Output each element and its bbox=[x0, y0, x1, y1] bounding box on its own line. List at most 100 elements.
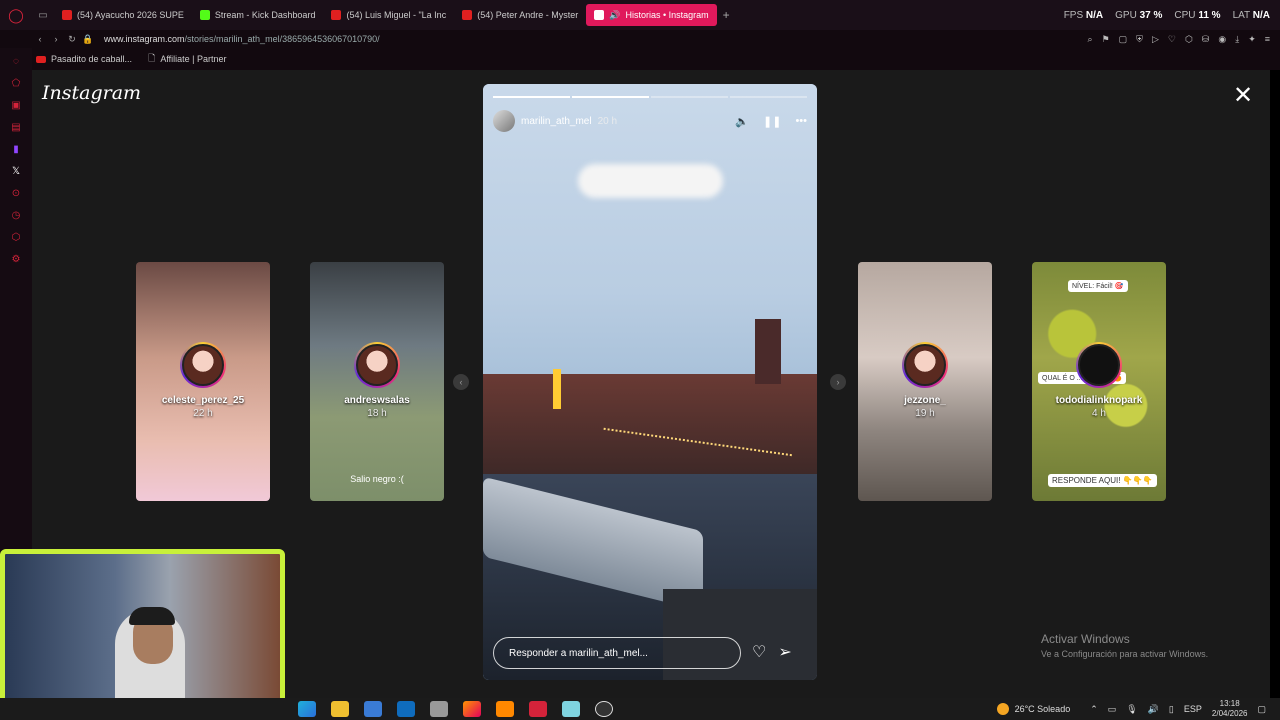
close-icon[interactable]: ✕ bbox=[1232, 84, 1254, 108]
lock-icon: 🔒 bbox=[82, 33, 94, 44]
story-time: 20 h bbox=[597, 115, 618, 127]
tab-menu-icon[interactable]: ▭ bbox=[32, 10, 54, 21]
reply-input[interactable]: Responder a marilin_ath_mel... bbox=[493, 637, 741, 669]
next-story-button[interactable]: › bbox=[830, 374, 846, 390]
twitch-icon[interactable]: ▮ bbox=[9, 142, 23, 156]
instagram-logo[interactable]: Instagram bbox=[42, 82, 141, 104]
mic-icon[interactable]: 🎙 bbox=[1126, 704, 1137, 715]
heart-icon[interactable]: ♡ bbox=[1168, 34, 1176, 45]
story-image bbox=[483, 374, 817, 484]
avatar bbox=[902, 342, 948, 388]
tab-3[interactable]: (54) Luis Miguel - "La Inc bbox=[323, 4, 454, 26]
bookmark-item[interactable]: 🗋 Affiliate | Partner bbox=[148, 51, 226, 67]
file-explorer-icon[interactable] bbox=[331, 701, 349, 717]
progress-segment bbox=[493, 96, 570, 98]
menu-icon[interactable]: ≡ bbox=[1265, 34, 1270, 44]
pause-icon[interactable]: ❚❚ bbox=[763, 115, 781, 128]
send-icon[interactable]: ➢ bbox=[778, 642, 791, 662]
youtube-icon bbox=[331, 10, 342, 20]
obs-icon[interactable] bbox=[595, 701, 613, 717]
aria-icon[interactable]: ◌ bbox=[9, 54, 23, 68]
tab-instagram[interactable]: 🔊 Historias • Instagram bbox=[586, 4, 717, 26]
youtube-icon bbox=[462, 10, 473, 20]
youtube-icon bbox=[36, 55, 46, 63]
app-icon[interactable] bbox=[430, 701, 448, 717]
active-story[interactable]: marilin_ath_mel 20 h 🔈 ❚❚ ••• Responder … bbox=[483, 84, 817, 680]
url-field[interactable]: www.instagram.com/stories/marilin_ath_me… bbox=[104, 34, 380, 44]
history-icon[interactable]: ⊙ bbox=[9, 186, 23, 200]
story-header: marilin_ath_mel 20 h 🔈 ❚❚ ••• bbox=[493, 110, 807, 132]
story-preview[interactable]: jezzone_ 19 h bbox=[858, 262, 992, 501]
zoom-icon[interactable]: ⌕ bbox=[1088, 34, 1093, 45]
progress-segment bbox=[651, 96, 728, 98]
network-icon[interactable]: ▭ bbox=[1108, 704, 1117, 715]
opera-logo-icon[interactable]: ◯ bbox=[0, 0, 32, 30]
sun-icon bbox=[996, 703, 1009, 715]
sticker: NÍVEL: Fácil! 🎯 bbox=[1068, 280, 1128, 292]
story-username[interactable]: marilin_ath_mel bbox=[521, 116, 592, 127]
clock[interactable]: 13:18 2/04/2026 bbox=[1212, 699, 1248, 719]
back-icon[interactable]: ‹ bbox=[32, 34, 48, 44]
story-preview[interactable]: andreswsalas 18 h Salio negro :( bbox=[310, 262, 444, 501]
volume-icon[interactable]: 🔈 bbox=[735, 115, 749, 128]
language-indicator[interactable]: ESP bbox=[1184, 704, 1202, 714]
edge-icon[interactable] bbox=[298, 701, 316, 717]
weather-widget[interactable]: 26°C Soleado bbox=[996, 703, 1070, 715]
app-icon[interactable] bbox=[562, 701, 580, 717]
notifications-icon[interactable]: ▢ bbox=[1257, 704, 1266, 715]
bookmark-item[interactable]: Pasadito de caball... bbox=[36, 54, 132, 64]
progress-segment bbox=[572, 96, 649, 98]
extension-icon[interactable]: ⬡ bbox=[9, 230, 23, 244]
store-icon[interactable] bbox=[364, 701, 382, 717]
new-tab-button[interactable]: + bbox=[717, 8, 736, 22]
outlook-icon[interactable] bbox=[397, 701, 415, 717]
firefox-icon[interactable] bbox=[463, 701, 481, 717]
extensions-icon[interactable]: ⬡ bbox=[1185, 34, 1193, 45]
tab-4[interactable]: (54) Peter Andre - Myster bbox=[454, 4, 586, 26]
story-preview[interactable]: celeste_perez_25 22 h bbox=[136, 262, 270, 501]
crypto-icon[interactable]: ⬠ bbox=[9, 76, 23, 90]
x-icon[interactable]: 𝕏 bbox=[9, 164, 23, 178]
kick-icon bbox=[199, 10, 210, 20]
speaker-icon[interactable]: 🔊 bbox=[609, 10, 620, 21]
forward-icon[interactable]: › bbox=[48, 34, 64, 44]
settings-icon[interactable]: ⚙ bbox=[9, 252, 23, 266]
clock-icon[interactable]: ◷ bbox=[9, 208, 23, 222]
chevron-up-icon[interactable]: ⌃ bbox=[1090, 704, 1098, 715]
webcam-overlay bbox=[0, 549, 285, 720]
volume-icon[interactable]: 🔊 bbox=[1148, 704, 1159, 715]
tab-2[interactable]: Stream - Kick Dashboard bbox=[192, 4, 324, 26]
play-icon[interactable]: ▷ bbox=[1152, 34, 1159, 45]
taskbar: 26°C Soleado ⌃ ▭ 🎙 🔊 ▯ ESP 13:18 2/04/20… bbox=[0, 698, 1280, 720]
vlc-icon[interactable] bbox=[496, 701, 514, 717]
instagram-icon bbox=[594, 10, 605, 20]
wallet-icon[interactable]: ⛁ bbox=[1202, 34, 1210, 45]
opera-icon[interactable] bbox=[529, 701, 547, 717]
download-icon[interactable]: ⤓ bbox=[1235, 34, 1239, 45]
battery-icon[interactable]: ▯ bbox=[1169, 704, 1174, 715]
reload-icon[interactable]: ↻ bbox=[64, 34, 80, 45]
sticker: RESPONDE AQUI! 👇👇👇 bbox=[1048, 474, 1157, 487]
snapshot-icon[interactable]: ▢ bbox=[1119, 34, 1128, 45]
screen: ◯ ▭ (54) Ayacucho 2026 SUPE Stream - Kic… bbox=[0, 0, 1280, 720]
tab-1[interactable]: (54) Ayacucho 2026 SUPE bbox=[54, 4, 192, 26]
page-icon: 🗋 bbox=[148, 53, 156, 63]
like-icon[interactable]: ♡ bbox=[752, 642, 766, 662]
more-options-icon[interactable]: ••• bbox=[795, 115, 807, 127]
ai-icon[interactable]: ✦ bbox=[1248, 34, 1256, 45]
bookmarks-bar: Pasadito de caball... 🗋 Affiliate | Partn… bbox=[0, 48, 1280, 70]
story-preview[interactable]: NÍVEL: Fácil! 🎯 QUAL É O ... FRUTA? 🍊 to… bbox=[1032, 262, 1166, 501]
player-icon[interactable]: ▤ bbox=[9, 120, 23, 134]
story-progress bbox=[493, 96, 807, 98]
profile-icon[interactable]: ◉ bbox=[1218, 34, 1226, 45]
avatar[interactable] bbox=[493, 110, 515, 132]
tab-bar: ◯ ▭ (54) Ayacucho 2026 SUPE Stream - Kic… bbox=[0, 0, 1280, 30]
progress-segment bbox=[730, 96, 807, 98]
avatar bbox=[180, 342, 226, 388]
previous-story-button[interactable]: ‹ bbox=[453, 374, 469, 390]
messenger-icon[interactable]: ▣ bbox=[9, 98, 23, 112]
address-bar: ‹ › ↻ 🔒 www.instagram.com/stories/marili… bbox=[0, 30, 1280, 48]
system-tray: 26°C Soleado ⌃ ▭ 🎙 🔊 ▯ ESP 13:18 2/04/20… bbox=[996, 698, 1266, 720]
bookmark-icon[interactable]: ⚑ bbox=[1102, 34, 1110, 45]
shield-icon[interactable]: ⛨ bbox=[1136, 34, 1143, 45]
